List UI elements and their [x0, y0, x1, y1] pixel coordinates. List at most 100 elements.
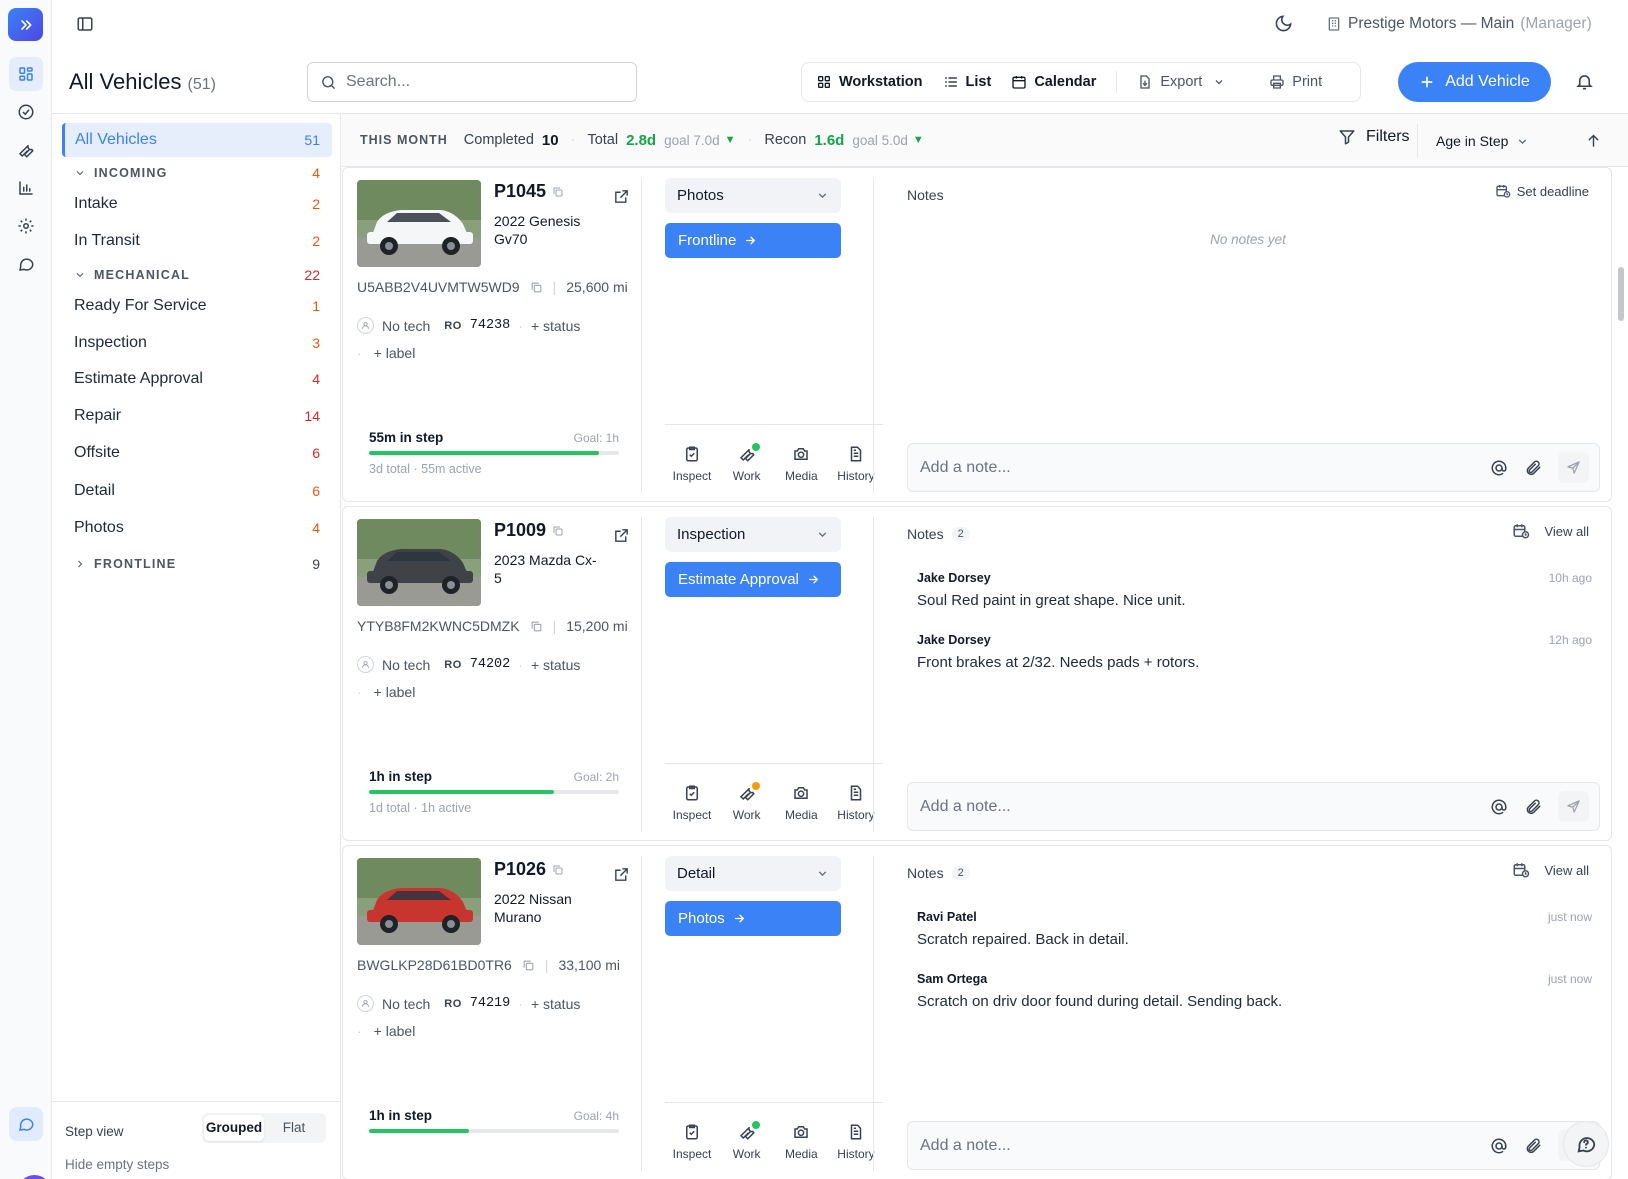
bell-icon[interactable]	[1575, 72, 1594, 91]
workstation-view-button[interactable]: Workstation	[806, 65, 933, 99]
help-button[interactable]	[1563, 1121, 1609, 1167]
search-box[interactable]	[307, 62, 637, 102]
add-note-input[interactable]: Add a note...	[907, 1121, 1600, 1170]
grouped-option[interactable]: Grouped	[204, 1115, 264, 1141]
advance-step-button[interactable]: Photos	[665, 901, 841, 936]
step-detail[interactable]: Detail 6	[62, 474, 332, 508]
group-incoming[interactable]: INCOMING 4	[74, 161, 332, 185]
add-label-link[interactable]: + label	[374, 1023, 416, 1039]
send-note-button[interactable]	[1558, 452, 1589, 483]
add-note-input[interactable]: Add a note...	[907, 782, 1600, 831]
sidebar-toggle-icon[interactable]	[76, 15, 94, 33]
rail-service[interactable]	[9, 133, 43, 167]
moon-icon[interactable]	[1274, 14, 1293, 33]
step-inspection[interactable]: Inspection 3	[62, 326, 332, 360]
paperclip-icon[interactable]	[1524, 1137, 1542, 1155]
add-status-link[interactable]: + status	[531, 657, 580, 673]
group-mechanical[interactable]: MECHANICAL 22	[74, 263, 332, 287]
step-ready-for-service[interactable]: Ready For Service 1	[62, 289, 332, 323]
search-input[interactable]	[346, 73, 606, 91]
media-action-button[interactable]: Media	[774, 1123, 828, 1161]
tech-assign[interactable]: No tech	[382, 318, 430, 334]
total-value: 2.8d	[626, 131, 657, 149]
step-estimate-approval[interactable]: Estimate Approval 4	[62, 362, 332, 396]
list-view-button[interactable]: List	[933, 65, 1002, 99]
copy-icon[interactable]	[530, 281, 543, 294]
step-in-transit[interactable]: In Transit 2	[62, 224, 332, 258]
chat-button[interactable]	[9, 1107, 43, 1141]
view-all-notes-link[interactable]: View all	[1544, 524, 1589, 539]
history-action-button[interactable]: History	[829, 784, 883, 822]
mention-icon[interactable]	[1490, 459, 1508, 477]
mention-icon[interactable]	[1490, 798, 1508, 816]
export-button[interactable]: Export	[1127, 65, 1235, 99]
add-note-input[interactable]: Add a note...	[907, 443, 1600, 492]
add-status-link[interactable]: + status	[531, 318, 580, 334]
filters-button[interactable]: Filters	[1338, 128, 1410, 146]
history-action-button[interactable]: History	[829, 1123, 883, 1161]
rail-settings[interactable]	[9, 209, 43, 243]
ro-label: RO	[444, 319, 462, 332]
advance-step-button[interactable]: Frontline	[665, 223, 841, 258]
open-external-icon[interactable]	[613, 188, 630, 205]
work-action-button[interactable]: Work	[720, 443, 774, 483]
rail-messages[interactable]	[9, 247, 43, 281]
send-note-button[interactable]	[1558, 791, 1589, 822]
paperclip-icon[interactable]	[1524, 798, 1542, 816]
paperclip-icon[interactable]	[1524, 459, 1542, 477]
calendar-view-button[interactable]: Calendar	[1001, 65, 1106, 99]
step-intake[interactable]: Intake 2	[62, 187, 332, 221]
scrollbar[interactable]	[1614, 167, 1628, 1179]
calendar-clock-icon[interactable]	[1512, 522, 1530, 540]
vehicle-photo[interactable]	[357, 858, 481, 945]
mention-icon[interactable]	[1490, 1137, 1508, 1155]
tech-assign[interactable]: No tech	[382, 657, 430, 673]
location-switcher[interactable]: Prestige Motors — Main (Manager)	[1326, 15, 1592, 33]
history-action-button[interactable]: History	[829, 445, 883, 483]
expand-rail-button[interactable]	[8, 8, 43, 41]
copy-icon[interactable]	[552, 864, 564, 876]
add-label-link[interactable]: + label	[374, 684, 416, 700]
rail-tasks[interactable]	[9, 95, 43, 129]
view-all-notes-link[interactable]: View all	[1544, 863, 1589, 878]
current-step-select[interactable]: Detail	[665, 856, 841, 891]
copy-icon[interactable]	[552, 186, 564, 198]
current-step-select[interactable]: Photos	[665, 178, 841, 213]
flat-option[interactable]: Flat	[264, 1115, 324, 1141]
work-action-button[interactable]: Work	[720, 1121, 774, 1161]
print-button[interactable]: Print	[1259, 65, 1332, 99]
hide-empty-steps-toggle[interactable]: Hide empty steps	[65, 1157, 169, 1172]
calendar-clock-icon[interactable]	[1512, 861, 1530, 879]
avatar[interactable]	[17, 1175, 52, 1179]
work-action-button[interactable]: Work	[720, 782, 774, 822]
scrollbar-thumb[interactable]	[1618, 267, 1624, 321]
current-step-select[interactable]: Inspection	[665, 517, 841, 552]
vehicle-photo[interactable]	[357, 519, 481, 606]
set-deadline-button[interactable]: Set deadline	[1517, 184, 1589, 199]
copy-icon[interactable]	[522, 959, 535, 972]
step-repair[interactable]: Repair 14	[62, 399, 332, 433]
step-offsite[interactable]: Offsite 6	[62, 436, 332, 470]
tech-assign[interactable]: No tech	[382, 996, 430, 1012]
sort-select[interactable]: Age in Step	[1417, 124, 1529, 158]
copy-icon[interactable]	[530, 620, 543, 633]
arrow-up-icon[interactable]	[1585, 132, 1602, 149]
advance-step-button[interactable]: Estimate Approval	[665, 562, 841, 597]
open-external-icon[interactable]	[613, 866, 630, 883]
add-vehicle-button[interactable]: Add Vehicle	[1398, 62, 1551, 102]
inspect-action-button[interactable]: Inspect	[665, 445, 719, 483]
vehicle-photo[interactable]	[357, 180, 481, 267]
group-frontline[interactable]: FRONTLINE 9	[74, 552, 332, 576]
media-action-button[interactable]: Media	[774, 784, 828, 822]
add-status-link[interactable]: + status	[531, 996, 580, 1012]
rail-dashboard[interactable]	[9, 57, 43, 91]
media-action-button[interactable]: Media	[774, 445, 828, 483]
step-all-vehicles[interactable]: All Vehicles 51	[62, 123, 332, 157]
copy-icon[interactable]	[552, 525, 564, 537]
add-label-link[interactable]: + label	[374, 345, 416, 361]
rail-reports[interactable]	[9, 171, 43, 205]
inspect-action-button[interactable]: Inspect	[665, 784, 719, 822]
step-photos[interactable]: Photos 4	[62, 511, 332, 545]
inspect-action-button[interactable]: Inspect	[665, 1123, 719, 1161]
open-external-icon[interactable]	[613, 527, 630, 544]
